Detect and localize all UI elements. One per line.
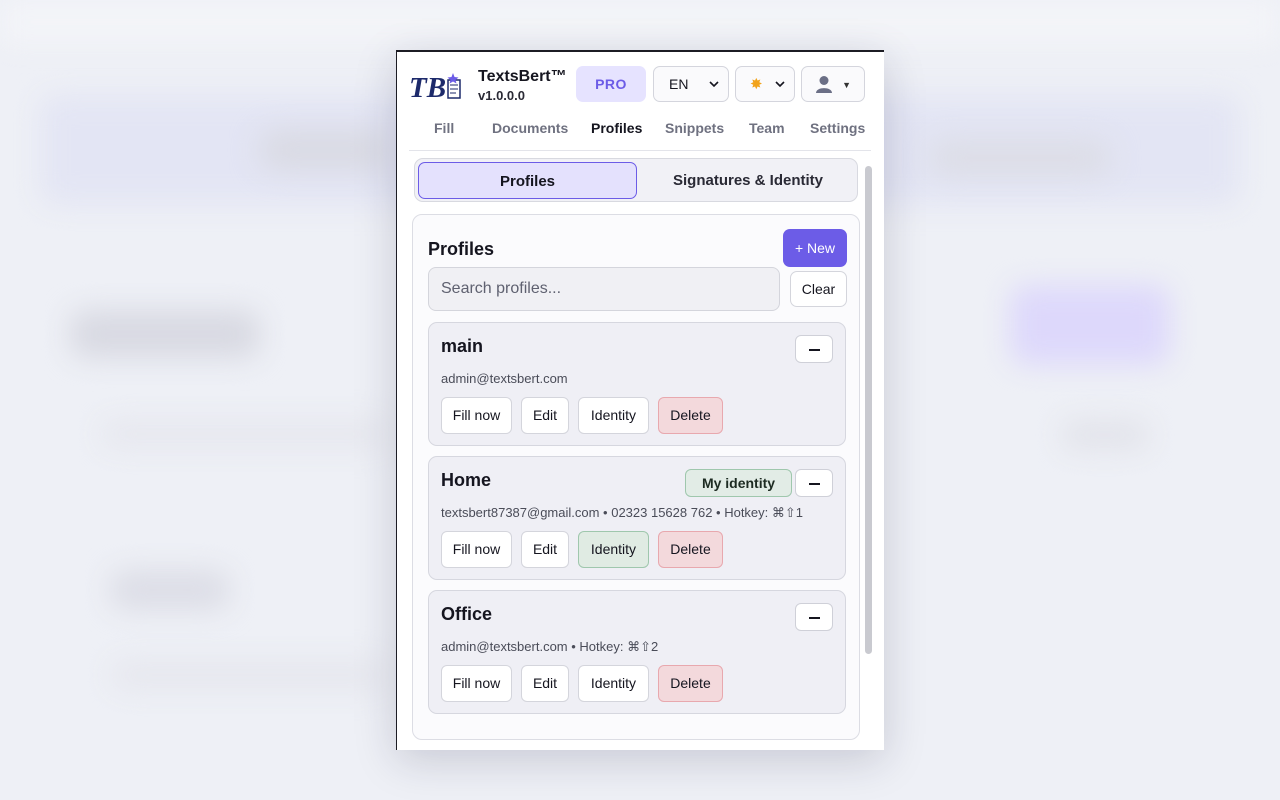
sun-icon: ✸ — [750, 76, 763, 93]
edit-button[interactable]: Edit — [521, 531, 569, 568]
search-profiles-input[interactable] — [428, 267, 780, 311]
profile-name: main — [441, 336, 484, 356]
subtab-profiles[interactable]: Profiles — [418, 162, 637, 199]
language-select[interactable]: EN — [653, 66, 729, 102]
language-value: EN — [669, 76, 689, 92]
delete-button[interactable]: Delete — [658, 397, 723, 434]
new-profile-button[interactable]: + New — [783, 229, 847, 267]
nav-team[interactable]: Team — [749, 120, 785, 136]
subtab-signatures-identity[interactable]: Signatures & Identity — [641, 162, 855, 199]
popup-header: TB TextsBert™ v1.0.0.0 PRO EN ✸ ▼ Fill D… — [397, 52, 884, 152]
nav-divider — [409, 150, 871, 151]
profile-meta: textsbert87387@gmail.com • 02323 15628 7… — [441, 505, 804, 520]
identity-button[interactable]: Identity — [578, 665, 649, 702]
nav-snippets[interactable]: Snippets — [665, 120, 724, 136]
delete-button[interactable]: Delete — [658, 665, 723, 702]
collapse-button[interactable] — [795, 335, 833, 363]
edit-button[interactable]: Edit — [521, 397, 569, 434]
delete-button[interactable]: Delete — [658, 531, 723, 568]
profile-card-main: main admin@textsbert.com Fill now Edit I… — [428, 322, 846, 446]
nav-profiles[interactable]: Profiles — [591, 120, 642, 136]
profile-name: Home — [441, 470, 492, 490]
profile-card-home: Home My identity textsbert87387@gmail.co… — [428, 456, 846, 580]
my-identity-badge: My identity — [685, 469, 792, 497]
profile-name: Office — [441, 604, 493, 624]
account-menu[interactable]: ▼ — [801, 66, 865, 102]
collapse-button[interactable] — [795, 469, 833, 497]
theme-select[interactable]: ✸ — [735, 66, 795, 102]
app-version: v1.0.0.0 — [478, 88, 525, 103]
user-icon — [816, 76, 832, 93]
identity-button[interactable]: Identity — [578, 531, 649, 568]
chevron-down-icon — [709, 81, 719, 88]
identity-button[interactable]: Identity — [578, 397, 649, 434]
nav-documents[interactable]: Documents — [492, 120, 568, 136]
fill-now-button[interactable]: Fill now — [441, 665, 512, 702]
profiles-panel: Profiles + New Clear main admin@textsber… — [412, 214, 860, 740]
pro-badge[interactable]: PRO — [576, 66, 646, 102]
extension-popup: TB TextsBert™ v1.0.0.0 PRO EN ✸ ▼ Fill D… — [396, 50, 884, 750]
collapse-button[interactable] — [795, 603, 833, 631]
profiles-subtabs: Profiles Signatures & Identity — [414, 158, 858, 202]
profile-meta: admin@textsbert.com — [441, 371, 568, 386]
clear-search-button[interactable]: Clear — [790, 271, 847, 307]
chevron-down-icon — [775, 81, 785, 88]
nav-settings[interactable]: Settings — [810, 120, 865, 136]
scrollbar[interactable] — [865, 166, 872, 654]
panel-title: Profiles — [428, 239, 495, 259]
fill-now-button[interactable]: Fill now — [441, 397, 512, 434]
app-name: TextsBert™ — [478, 68, 567, 85]
profile-card-office: Office admin@textsbert.com • Hotkey: ⌘⇧2… — [428, 590, 846, 714]
textsbert-logo: TB — [409, 72, 461, 103]
fill-now-button[interactable]: Fill now — [441, 531, 512, 568]
main-nav: Fill Documents Profiles Snippets Team Se… — [397, 120, 884, 150]
caret-down-icon: ▼ — [842, 80, 851, 90]
nav-fill[interactable]: Fill — [434, 120, 454, 136]
profile-meta: admin@textsbert.com • Hotkey: ⌘⇧2 — [441, 639, 659, 654]
edit-button[interactable]: Edit — [521, 665, 569, 702]
svg-text:TB: TB — [409, 72, 446, 103]
